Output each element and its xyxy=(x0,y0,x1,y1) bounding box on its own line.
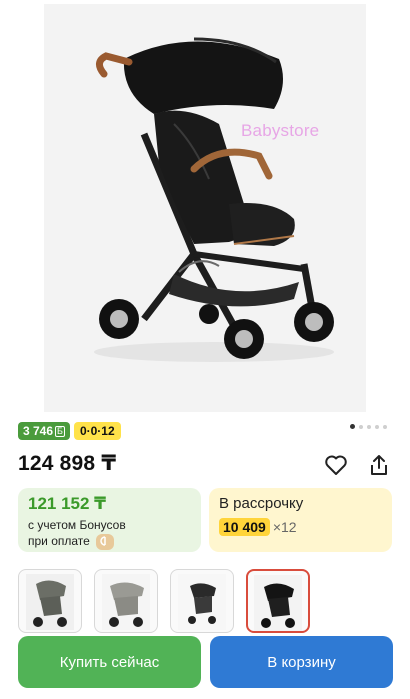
carousel-dot-active[interactable] xyxy=(350,424,355,429)
bonus-icon: Б xyxy=(55,425,65,437)
bonus-badge-value: 3 746 xyxy=(23,424,54,438)
thumbnail-image xyxy=(102,574,150,630)
watermark: Babystore xyxy=(241,121,320,140)
installment-months: ×12 xyxy=(272,519,297,535)
carousel-indicator xyxy=(350,424,387,429)
thumbnail-3[interactable] xyxy=(170,569,234,633)
thumbnail-strip xyxy=(18,569,310,633)
installment-monthly: 10 409 xyxy=(219,518,270,536)
kaspi-icon xyxy=(96,533,115,550)
installment-badge[interactable]: 0·0·12 xyxy=(73,422,121,440)
buy-now-button[interactable]: Купить сейчас xyxy=(18,636,201,688)
thumbnail-image xyxy=(26,574,74,630)
installment-row: 10 409 ×12 xyxy=(219,518,382,536)
heart-icon xyxy=(325,455,347,475)
product-price: 124 898 ₸ xyxy=(18,452,117,475)
stroller-illustration xyxy=(44,4,366,412)
bonus-badge[interactable]: 3 746 Б xyxy=(18,422,70,440)
bonus-line-2: при оплате xyxy=(28,534,90,548)
share-button[interactable] xyxy=(365,451,393,479)
installment-card[interactable]: В рассрочку 10 409 ×12 xyxy=(209,488,392,552)
bonus-price: 121 152 ₸ xyxy=(28,494,107,513)
bonus-description: с учетом Бонусов при оплате xyxy=(28,517,191,550)
add-to-cart-button[interactable]: В корзину xyxy=(210,636,393,688)
thumbnail-1[interactable] xyxy=(18,569,82,633)
carousel-dot[interactable] xyxy=(367,424,371,429)
carousel-dot[interactable] xyxy=(359,424,363,429)
bonus-line-2-wrap: при оплате xyxy=(28,533,191,550)
thumbnail-4-selected[interactable] xyxy=(246,569,310,633)
share-icon xyxy=(371,455,387,475)
thumbnail-image xyxy=(254,575,302,631)
carousel-dot[interactable] xyxy=(375,424,379,429)
bonus-line-1: с учетом Бонусов xyxy=(28,518,126,532)
product-image[interactable]: Babystore xyxy=(44,4,366,412)
installment-title: В рассрочку xyxy=(219,495,304,512)
bonus-price-card[interactable]: 121 152 ₸ с учетом Бонусов при оплате xyxy=(18,488,201,552)
thumbnail-image xyxy=(178,574,226,630)
thumbnail-2[interactable] xyxy=(94,569,158,633)
badges-row: 3 746 Б 0·0·12 xyxy=(18,422,121,440)
favorite-button[interactable] xyxy=(322,451,350,479)
carousel-dot[interactable] xyxy=(383,424,387,429)
